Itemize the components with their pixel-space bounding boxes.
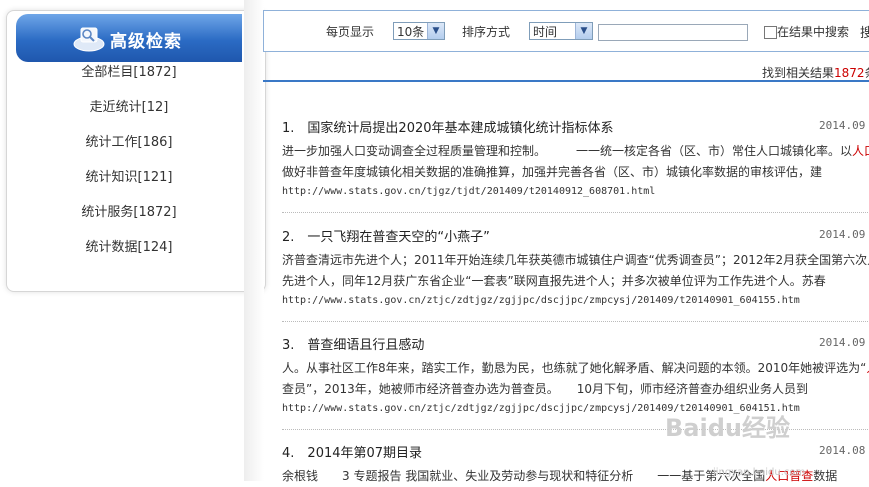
result-title-text[interactable]: 普查细语且行且感动: [307, 338, 424, 353]
category-item-about[interactable]: 走近统计[12]: [16, 97, 242, 132]
result-index: 3.: [282, 338, 295, 353]
per-page-value: 10条: [397, 25, 425, 39]
advanced-search-title: 高级检索: [110, 32, 182, 52]
panel-shadow: [244, 0, 264, 481]
category-item-service[interactable]: 统计服务[1872]: [16, 202, 242, 237]
result-url[interactable]: http://www.stats.gov.cn/ztjc/zdtjgz/zgjj…: [282, 295, 800, 306]
result-snippet: 人。从事社区工作8年来，踏实工作，勤恳为民，也练就了她化解矛盾、解决问题的本领。…: [282, 358, 869, 400]
result-separator: [282, 212, 869, 213]
result-index: 4.: [282, 446, 295, 461]
result-url[interactable]: http://www.stats.gov.cn/tjgz/tjdt/201409…: [282, 186, 655, 197]
baidu-watermark-site: jingyan.baidu.com: [713, 467, 806, 478]
search-toolbar: 每页显示 10条 ▼ 排序方式 时间 ▼ 在结果中搜索 搜: [263, 10, 869, 52]
keyword-input[interactable]: [598, 24, 748, 41]
result-title[interactable]: 3. 普查细语且行且感动: [282, 334, 424, 353]
result-date: 2014.09: [819, 336, 866, 349]
category-item-all[interactable]: 全部栏目[1872]: [16, 62, 242, 97]
snippet-text: 查员”，2013年，她被师市经济普查办选为普查员。 10月下旬，师市经济普查办组…: [282, 382, 809, 396]
within-results-label: 在结果中搜索: [777, 25, 850, 39]
snippet-text: 先进个人，同年12月获广东省企业“一套表”联网直报先进个人；并多次被单位评为工作…: [282, 274, 826, 288]
results-divider: [263, 80, 869, 82]
per-page-select[interactable]: 10条 ▼: [393, 22, 445, 40]
result-snippet: 进一步加强人口变动调查全过程质量管理和控制。 一一统一核定各省（区、市）常住人口…: [282, 141, 869, 183]
within-results-checkbox[interactable]: [764, 26, 777, 39]
category-item-knowledge[interactable]: 统计知识[121]: [16, 167, 242, 202]
advanced-search-header: 高级检索: [16, 14, 242, 62]
result-count-prefix: 找到相关结果: [762, 66, 835, 80]
result-title[interactable]: 4. 2014年第07期目录: [282, 442, 422, 461]
result-separator: [282, 321, 869, 322]
snippet-highlight: 人口: [852, 144, 869, 158]
snippet-text: 进一步加强人口变动调查全过程质量管理和控制。 一一统一核定各省（区、市）常住人口…: [282, 144, 853, 158]
result-index: 1.: [282, 121, 295, 136]
category-list: 全部栏目[1872] 走近统计[12] 统计工作[186] 统计知识[121] …: [16, 62, 242, 272]
snippet-text: 做好非普查年度城镇化相关数据的准确推算，加强并完善各省（区、市）城镇化率数据的审…: [282, 165, 823, 179]
result-count: 找到相关结果1872条: [762, 64, 869, 81]
per-page-label: 每页显示: [326, 25, 375, 39]
result-date: 2014.09: [819, 228, 866, 241]
result-title-text[interactable]: 2014年第07期目录: [307, 446, 422, 461]
category-item-data[interactable]: 统计数据[124]: [16, 237, 242, 272]
result-count-suffix: 条: [865, 66, 869, 80]
baidu-watermark: Baidu经验: [665, 414, 790, 442]
chevron-down-icon[interactable]: ▼: [575, 23, 592, 39]
result-date: 2014.09: [819, 119, 866, 132]
search-button[interactable]: 搜: [860, 22, 869, 41]
result-title-text[interactable]: 国家统计局提出2020年基本建成城镇化统计指标体系: [307, 121, 613, 136]
result-title-text[interactable]: 一只飞翔在普查天空的“小燕子”: [307, 230, 489, 245]
result-title[interactable]: 2. 一只飞翔在普查天空的“小燕子”: [282, 226, 490, 245]
result-count-number: 1872: [834, 66, 865, 80]
search-tool-icon: [73, 27, 105, 52]
sort-value: 时间: [533, 25, 558, 39]
result-index: 2.: [282, 230, 295, 245]
snippet-text: 济普查清远市先进个人；2011年开始连续几年获英德市城镇住户调查“优秀调查员”；…: [282, 253, 869, 267]
result-snippet: 济普查清远市先进个人；2011年开始连续几年获英德市城镇住户调查“优秀调查员”；…: [282, 250, 869, 292]
category-item-work[interactable]: 统计工作[186]: [16, 132, 242, 167]
result-date: 2014.08: [819, 444, 866, 457]
sort-select[interactable]: 时间 ▼: [529, 22, 593, 40]
result-title[interactable]: 1. 国家统计局提出2020年基本建成城镇化统计指标体系: [282, 117, 614, 136]
chevron-down-icon[interactable]: ▼: [427, 23, 444, 39]
sort-label: 排序方式: [462, 25, 511, 39]
snippet-text: 人。从事社区工作8年来，踏实工作，勤恳为民，也练就了她化解矛盾、解决问题的本领。…: [282, 361, 867, 375]
